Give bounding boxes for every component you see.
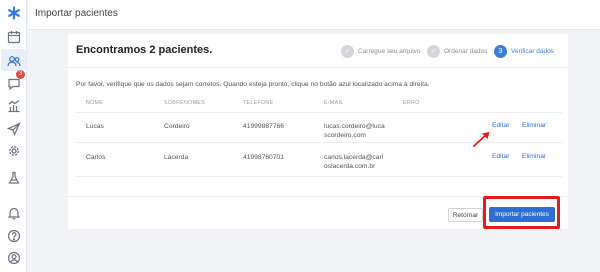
cell-phone: 41998760701: [243, 154, 284, 161]
delete-link[interactable]: Eliminar: [522, 153, 546, 160]
row-divider: [76, 176, 562, 177]
top-bar: Importar pacientes: [28, 0, 600, 30]
import-card: Encontramos 2 pacientes. ✓ Carregue seu …: [68, 34, 568, 229]
annotation-arrow-icon: [473, 132, 490, 147]
step-upload: ✓ Carregue seu arquivo: [341, 44, 421, 58]
step-order-label: Ordenar dados: [444, 47, 488, 55]
column-header-surname: SOBRENOMES: [164, 100, 205, 106]
flask-icon[interactable]: [6, 170, 21, 185]
column-header-email: E-MAIL: [324, 100, 344, 106]
cell-surname: Cordeiro: [164, 123, 190, 130]
edit-link[interactable]: Editar: [492, 122, 509, 129]
step-verify: 3 Verificar dados: [494, 44, 554, 58]
column-header-phone: TELEFONE: [243, 100, 274, 106]
help-icon[interactable]: [6, 228, 21, 243]
step-upload-label: Carregue seu arquivo: [358, 47, 421, 55]
sidebar: 3: [0, 0, 27, 272]
edit-link[interactable]: Editar: [492, 153, 509, 160]
check-icon: ✓: [341, 44, 354, 58]
card-title: Encontramos 2 pacientes.: [76, 44, 213, 56]
column-header-error: ERRO: [403, 100, 420, 106]
chat-badge: 3: [16, 70, 25, 79]
cell-surname: Lacerda: [164, 154, 189, 161]
delete-link[interactable]: Eliminar: [522, 122, 546, 129]
instructions-text: Por favor, verifique que os dados sejam …: [76, 81, 430, 88]
cell-name: Lucas: [86, 123, 104, 130]
column-header-name: NOME: [86, 100, 104, 106]
bell-icon[interactable]: [6, 205, 21, 220]
step-number: 3: [494, 44, 507, 58]
divider: [68, 67, 568, 68]
send-icon[interactable]: [6, 121, 21, 136]
step-order: ✓ Ordenar dados: [427, 44, 487, 58]
step-verify-label: Verificar dados: [511, 47, 554, 55]
cell-email: lucas.cordeiro@lucascordeiro.com: [324, 123, 385, 139]
import-patients-button[interactable]: Importar pacientes: [489, 207, 555, 222]
logo-icon[interactable]: [6, 5, 21, 20]
page-title: Importar pacientes: [35, 8, 118, 19]
calendar-icon[interactable]: [6, 29, 21, 44]
chart-icon[interactable]: [6, 98, 21, 113]
gear-icon[interactable]: [6, 143, 21, 158]
row-divider: [76, 112, 562, 113]
patients-icon[interactable]: [6, 53, 21, 68]
cell-email: carlos.lacerda@carloslacerda.com.br: [324, 154, 384, 170]
check-icon: ✓: [427, 44, 440, 58]
cell-phone: 41999887766: [243, 123, 284, 130]
cell-name: Carlos: [86, 154, 106, 161]
user-icon[interactable]: [6, 250, 21, 265]
back-button[interactable]: Retornar: [448, 208, 483, 222]
